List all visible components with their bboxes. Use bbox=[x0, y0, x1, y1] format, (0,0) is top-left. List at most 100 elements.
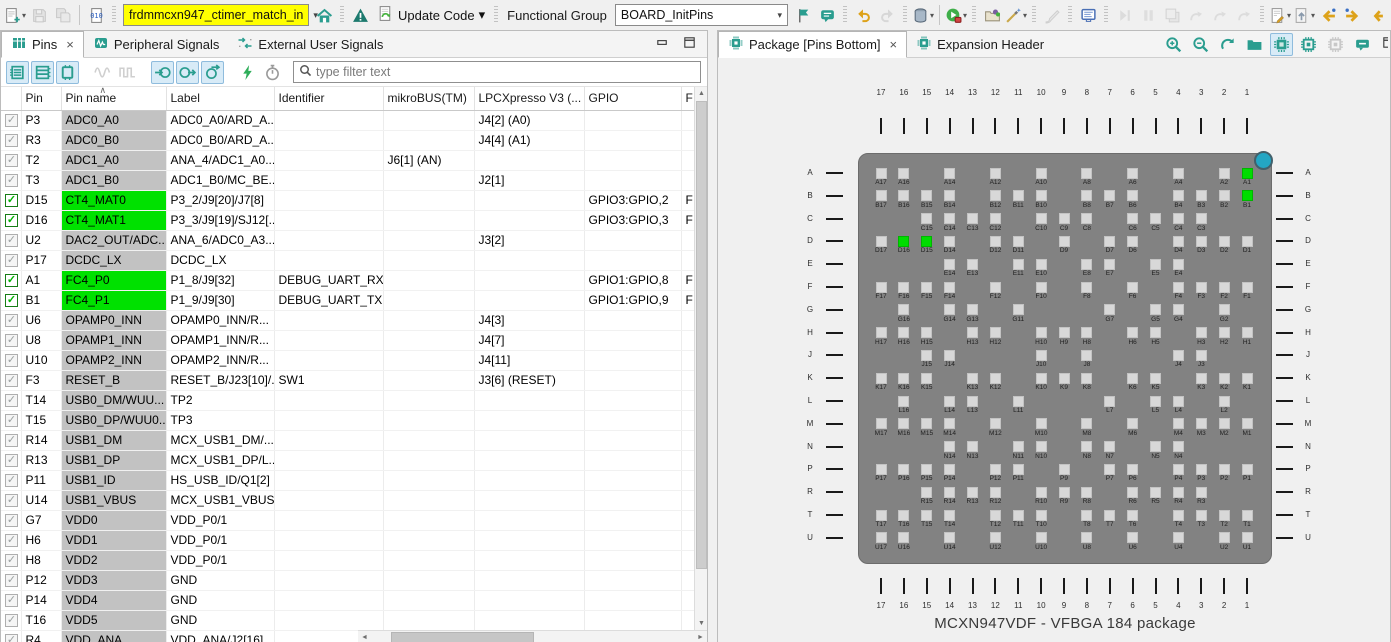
table-row-P12[interactable]: ✓P12VDD3GND bbox=[1, 570, 694, 590]
cell-mikrobus[interactable] bbox=[383, 610, 474, 630]
cell-pin[interactable]: U10 bbox=[21, 350, 61, 370]
row-checkbox[interactable]: ✓ bbox=[5, 614, 18, 627]
pin-U14[interactable] bbox=[944, 532, 955, 543]
cell-label[interactable]: GND bbox=[166, 570, 274, 590]
cell-lpcxpresso[interactable]: J4[3] bbox=[474, 310, 584, 330]
pin-K6[interactable] bbox=[1127, 373, 1138, 384]
pin-F6[interactable] bbox=[1127, 282, 1138, 293]
cell-label[interactable]: TP2 bbox=[166, 390, 274, 410]
pin-G4[interactable] bbox=[1173, 304, 1184, 315]
pin-L4[interactable] bbox=[1173, 396, 1184, 407]
registers-icon[interactable]: 010 bbox=[84, 3, 108, 27]
cell-pin[interactable]: H6 bbox=[21, 530, 61, 550]
column-header-checkbox[interactable] bbox=[1, 87, 21, 110]
pin-H1[interactable] bbox=[1242, 327, 1253, 338]
cell-identifier[interactable] bbox=[274, 590, 383, 610]
row-checkbox[interactable]: ✓ bbox=[5, 374, 18, 387]
cell-flexio[interactable] bbox=[681, 550, 694, 570]
vertical-scrollbar[interactable]: ▲ ▼ bbox=[694, 87, 707, 630]
cell-mikrobus[interactable] bbox=[383, 330, 474, 350]
pin-C15[interactable] bbox=[921, 213, 932, 224]
cell-lpcxpresso[interactable] bbox=[474, 270, 584, 290]
pin-F12[interactable] bbox=[990, 282, 1001, 293]
column-header-Pin[interactable]: Pin bbox=[21, 87, 61, 110]
cell-pin[interactable]: T15 bbox=[21, 410, 61, 430]
table-row-H6[interactable]: ✓H6VDD1VDD_P0/1 bbox=[1, 530, 694, 550]
data-source-icon[interactable]: ▾ bbox=[911, 3, 935, 27]
cell-gpio[interactable] bbox=[584, 510, 681, 530]
functional-group-combo[interactable]: BOARD_InitPins▾ bbox=[615, 4, 788, 26]
row-checkbox-cell[interactable]: ✓ bbox=[1, 470, 21, 490]
pin-D15[interactable] bbox=[921, 236, 932, 247]
pin-G7[interactable] bbox=[1104, 304, 1115, 315]
cell-flexio[interactable] bbox=[681, 350, 694, 370]
table-row-T3[interactable]: ✓T3ADC1_B0ADC1_B0/MC_BE...J2[1] bbox=[1, 170, 694, 190]
row-checkbox-cell[interactable]: ✓ bbox=[1, 550, 21, 570]
cell-name[interactable]: CT4_MAT0 bbox=[61, 190, 166, 210]
pin-H2[interactable] bbox=[1219, 327, 1230, 338]
cell-pin[interactable]: B1 bbox=[21, 290, 61, 310]
cell-identifier[interactable] bbox=[274, 310, 383, 330]
cell-gpio[interactable] bbox=[584, 450, 681, 470]
overflow-icon[interactable] bbox=[1364, 3, 1388, 27]
cell-mikrobus[interactable] bbox=[383, 370, 474, 390]
pin-U6[interactable] bbox=[1127, 532, 1138, 543]
pin-U10[interactable] bbox=[1036, 532, 1047, 543]
cell-pin[interactable]: R14 bbox=[21, 430, 61, 450]
cell-mikrobus[interactable] bbox=[383, 450, 474, 470]
cell-label[interactable]: P3_3/J9[19]/SJ12[... bbox=[166, 210, 274, 230]
cell-gpio[interactable] bbox=[584, 110, 681, 130]
cell-gpio[interactable] bbox=[584, 490, 681, 510]
row-checkbox-cell[interactable]: ✓ bbox=[1, 490, 21, 510]
table-row-T14[interactable]: ✓T14USB0_DM/WUU...TP2 bbox=[1, 390, 694, 410]
pin-L5[interactable] bbox=[1150, 396, 1161, 407]
pin-N5[interactable] bbox=[1150, 441, 1161, 452]
cell-mikrobus[interactable] bbox=[383, 190, 474, 210]
pin-H8[interactable] bbox=[1081, 327, 1092, 338]
cell-name[interactable]: USB1_VBUS bbox=[61, 490, 166, 510]
pin-M4[interactable] bbox=[1173, 418, 1184, 429]
cell-pin[interactable]: U2 bbox=[21, 230, 61, 250]
cell-pin[interactable]: R3 bbox=[21, 130, 61, 150]
cell-flexio[interactable] bbox=[681, 610, 694, 630]
pin-R8[interactable] bbox=[1081, 487, 1092, 498]
row-checkbox-cell[interactable]: ✓ bbox=[1, 310, 21, 330]
pin-B17[interactable] bbox=[876, 190, 887, 201]
pin-D14[interactable] bbox=[944, 236, 955, 247]
pin-B15[interactable] bbox=[921, 190, 932, 201]
home-icon[interactable] bbox=[312, 3, 336, 27]
column-header-mikroBUS(TM)[interactable]: mikroBUS(TM) bbox=[383, 87, 474, 110]
table-row-P14[interactable]: ✓P14VDD4GND bbox=[1, 590, 694, 610]
pin-U12[interactable] bbox=[990, 532, 1001, 543]
pin-N8[interactable] bbox=[1081, 441, 1092, 452]
table-row-U10[interactable]: ✓U10OPAMP2_INNOPAMP2_INN/R...J4[11] bbox=[1, 350, 694, 370]
row-checkbox[interactable]: ✓ bbox=[5, 534, 18, 547]
pin-P2[interactable] bbox=[1219, 464, 1230, 475]
pin-K12[interactable] bbox=[990, 373, 1001, 384]
pin-T6[interactable] bbox=[1127, 510, 1138, 521]
cell-label[interactable]: GND bbox=[166, 590, 274, 610]
cell-flexio[interactable] bbox=[681, 530, 694, 550]
cell-pin[interactable]: R13 bbox=[21, 450, 61, 470]
cell-mikrobus[interactable] bbox=[383, 570, 474, 590]
pin-H6[interactable] bbox=[1127, 327, 1138, 338]
pin-T3[interactable] bbox=[1196, 510, 1207, 521]
row-checkbox[interactable]: ✓ bbox=[5, 314, 18, 327]
cell-pin[interactable]: P14 bbox=[21, 590, 61, 610]
cell-pin[interactable]: G7 bbox=[21, 510, 61, 530]
row-checkbox-cell[interactable]: ✓ bbox=[1, 170, 21, 190]
table-row-R3[interactable]: ✓R3ADC0_B0ADC0_B0/ARD_A...J4[4] (A1) bbox=[1, 130, 694, 150]
cell-name[interactable]: VDD4 bbox=[61, 590, 166, 610]
cell-name[interactable]: OPAMP0_INN bbox=[61, 310, 166, 330]
pin-B16[interactable] bbox=[898, 190, 909, 201]
pin-K13[interactable] bbox=[967, 373, 978, 384]
cell-pin[interactable]: P12 bbox=[21, 570, 61, 590]
pin-M10[interactable] bbox=[1036, 418, 1047, 429]
cell-name[interactable]: VDD_ANA bbox=[61, 630, 166, 642]
cell-gpio[interactable]: GPIO1:GPIO,8 bbox=[584, 270, 681, 290]
skip-3-icon[interactable] bbox=[1232, 3, 1256, 27]
row-checkbox-cell[interactable]: ✓ bbox=[1, 110, 21, 130]
vertical-scroll-thumb[interactable] bbox=[696, 101, 707, 569]
cell-mikrobus[interactable] bbox=[383, 410, 474, 430]
pin-D7[interactable] bbox=[1104, 236, 1115, 247]
